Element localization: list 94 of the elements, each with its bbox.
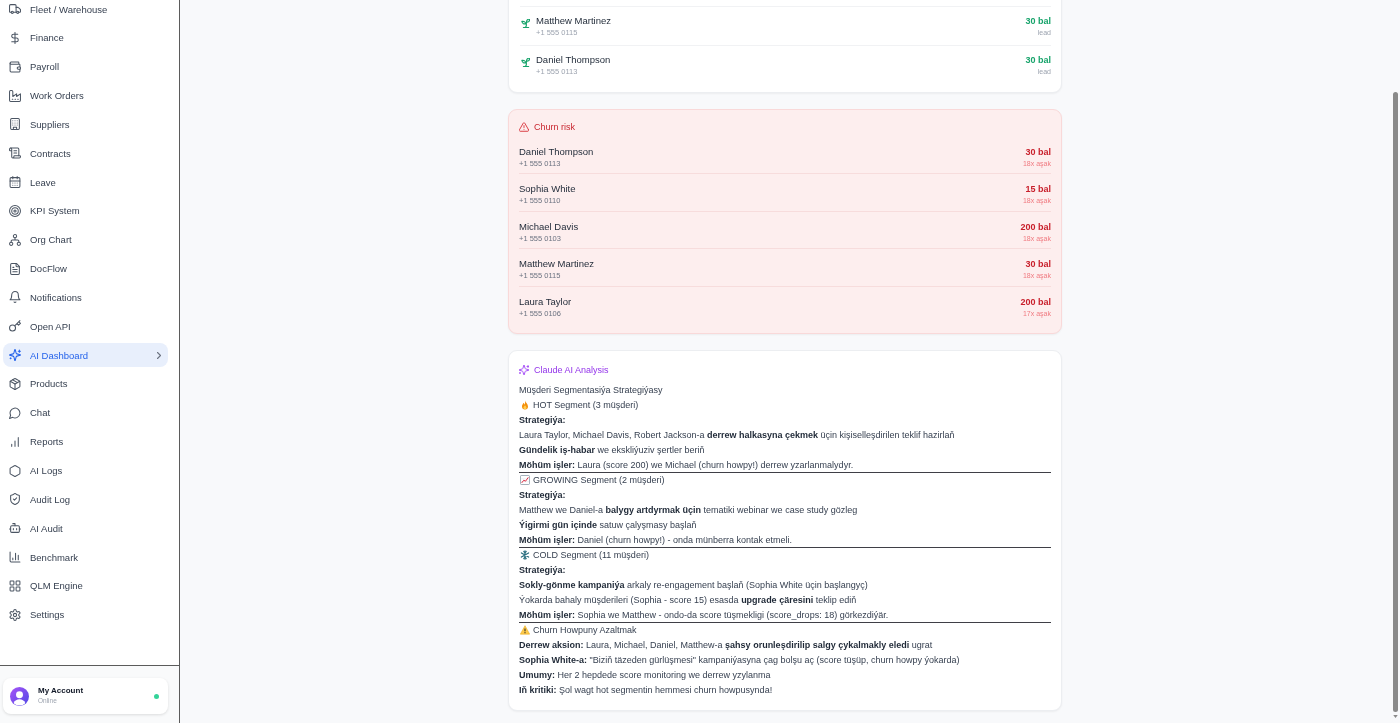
customer-name: Daniel Thompson [536, 54, 612, 66]
customer-name: Laura Taylor [519, 295, 573, 308]
robot-icon [9, 522, 21, 535]
section-label: Strategiýa: [519, 413, 567, 427]
sidebar-item[interactable]: Fleet / Warehouse [3, 0, 168, 21]
scroll-icon [9, 147, 21, 160]
score-value: 200 bal [1020, 220, 1051, 233]
bell-icon [9, 291, 21, 304]
analysis-text: Möhüm işler: Sophia we Matthew - ondo-da score tüşmekligi (score_drops: 18) görkezdiýär. [519, 608, 890, 622]
warning-icon [520, 625, 530, 635]
chevron-right-icon [157, 351, 161, 359]
sidebar-item[interactable]: Products [3, 371, 168, 396]
dollar-icon [9, 31, 21, 44]
customer-name: Matthew Martinez [536, 15, 612, 27]
sidebar-item[interactable]: Open API [3, 314, 168, 339]
analysis-text: Müşderi Segmentasiýa Strategiýasy [519, 383, 664, 397]
analysis-text: Möhüm işler: Laura (score 200) we Michael (churn howpy!) derrew yzarlanmalydyr. [519, 458, 855, 472]
analysis-text: Ýigirmi gün içinde satuw çalyşmasy başlaň [519, 518, 698, 532]
sidebar-item[interactable]: Finance [3, 25, 168, 50]
settings-icon [9, 608, 21, 621]
sidebar-item[interactable]: AI Audit [3, 516, 168, 541]
key-icon [9, 320, 21, 333]
sidebar-item[interactable]: KPI System [3, 198, 168, 223]
analysis-text: Ýokarda bahaly müşderileri (Sophia - score 15) esasda upgrade çäresini teklip ediň [519, 593, 858, 607]
segment-heading: COLD Segment (11 müşderi) [533, 548, 649, 562]
building-icon [9, 118, 21, 131]
score-value: 30 bal [1025, 15, 1051, 27]
score-value: 15 bal [1025, 183, 1051, 195]
grid-icon [9, 579, 21, 592]
sparkles-icon [519, 365, 529, 375]
analysis-text: Sokly-gönme kampaniýa arkaly re-engagement başlaň (Sophia White üçin başlangyç) [519, 578, 869, 592]
avatar-icon [10, 686, 29, 706]
section-label: Strategiýa: [519, 563, 567, 577]
score-value: 30 bal [1025, 145, 1051, 158]
customer-name: Daniel Thompson [519, 145, 595, 158]
score-value: 30 bal [1025, 54, 1051, 66]
truck-icon [9, 3, 21, 15]
analysis-text: Umumy: Her 2 hepdede score monitoring we derrew yzylanma [519, 668, 772, 682]
speech-bubble-icon [9, 406, 21, 419]
warning-icon [519, 122, 529, 132]
segment-heading: Churn Howpuny Azaltmak [533, 623, 637, 637]
factory-icon [9, 89, 21, 102]
org-chart-icon [9, 233, 21, 246]
sidebar-item[interactable]: Reports [3, 429, 168, 454]
sidebar-item[interactable]: Suppliers [3, 112, 168, 137]
flame-icon [520, 400, 530, 410]
hexagon-icon [9, 464, 21, 477]
sidebar-item[interactable]: Chat [3, 400, 168, 425]
sidebar-item[interactable]: AI Logs [3, 458, 168, 483]
scrollbar-thumb[interactable] [1393, 92, 1398, 712]
segment-heading: HOT Segment (3 müşderi) [533, 398, 639, 412]
sidebar-item[interactable]: Audit Log [3, 487, 168, 512]
sidebar-item[interactable]: Settings [3, 602, 168, 627]
sidebar-item[interactable]: Org Chart [3, 227, 168, 252]
sidebar-item[interactable]: Payroll [3, 54, 168, 79]
sidebar-item[interactable]: Benchmark [3, 545, 168, 570]
score-value: 30 bal [1025, 258, 1051, 270]
analysis-text: Sophia White-a: "Biziň täzeden gürlüşmesi" kampaniýasyna çag bolşu aç (score tüşüp, churn howpy ýokarda) [519, 653, 961, 667]
wallet-icon [9, 60, 21, 73]
analysis-text: Gündelik iş-habar we ekskliýuziv şertler beriň [519, 443, 706, 457]
snowflake-icon [520, 550, 530, 560]
card-title: Churn risk [534, 121, 575, 134]
customer-name: Matthew Martinez [519, 258, 595, 270]
sprout-icon [521, 58, 530, 67]
sidebar-item[interactable]: Work Orders [3, 83, 168, 108]
box-icon [9, 377, 21, 390]
sidebar-item[interactable]: Leave [3, 170, 168, 195]
sidebar-item[interactable]: DocFlow [3, 256, 168, 281]
score-value: 200 bal [1020, 295, 1051, 308]
document-icon [9, 262, 21, 275]
analysis-text: Möhüm işler: Daniel (churn howpy!) - onda münberra kontak etmeli. [519, 533, 794, 547]
shield-check-icon [9, 493, 21, 506]
rising-chart-icon [520, 475, 530, 485]
calendar-icon [9, 176, 21, 189]
analysis-text: Laura Taylor, Michael Davis, Robert Jackson-a derrew halkasyna çekmek üçin kişiselleşdirilen teklif hazirlaň [519, 428, 956, 442]
sidebar-item[interactable]: QLM Engine [3, 573, 168, 598]
analysis-text: Iň kritiki: Şol wagt hot segmentin hemmesi churn howpusynda! [519, 683, 774, 697]
chart-axis-icon [9, 551, 21, 564]
analysis-text: Matthew we Daniel-a balygy artdyrmak üçin tematiki webinar we case study gözleg [519, 503, 859, 517]
section-label: Strategiýa: [519, 488, 567, 502]
target-icon [9, 204, 21, 217]
customer-name: Michael Davis [519, 220, 580, 233]
sprout-icon [521, 19, 530, 28]
account-name: My Account [38, 686, 84, 696]
sparkles-icon [9, 349, 21, 362]
customer-name: Sophia White [519, 183, 577, 195]
sidebar-item[interactable]: Notifications [3, 285, 168, 310]
segment-heading: GROWING Segment (2 müşderi) [533, 473, 665, 487]
card-title: Claude AI Analysis [534, 364, 609, 377]
scroll-down-arrow-icon[interactable] [1393, 715, 1398, 718]
sidebar-item[interactable]: AI Dashboard [3, 343, 168, 368]
bar-chart-icon [9, 435, 21, 448]
analysis-text: Derrew aksion: Laura, Michael, Daniel, Matthew-a şahsy orunleşdirilip salgy çykalmakly eledi ugrat [519, 638, 934, 652]
sidebar-item[interactable]: Contracts [3, 141, 168, 166]
